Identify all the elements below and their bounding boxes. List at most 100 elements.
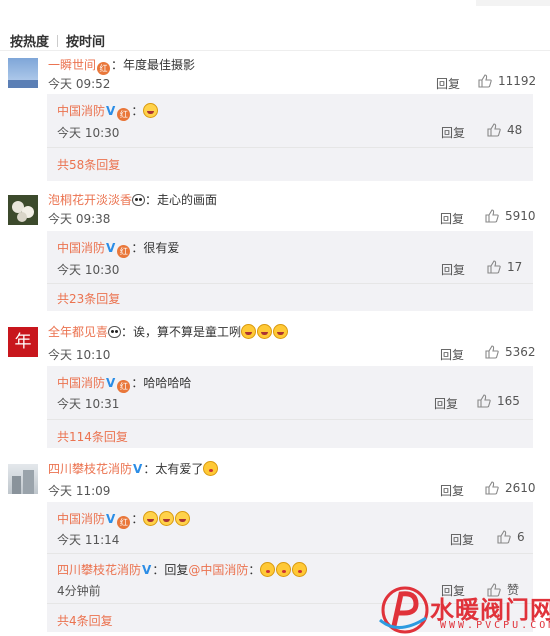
reply-text: ：哈哈哈哈 (131, 376, 192, 390)
reply-line: 中国消防V 红：很有爱 (57, 239, 179, 258)
username-link[interactable]: 一瞬世间 (48, 58, 96, 72)
avatar[interactable] (8, 195, 38, 225)
verified-v-icon: V (106, 376, 116, 390)
username-link[interactable]: 全年都见喜 (48, 325, 108, 339)
reply-button[interactable]: 回复 (440, 346, 464, 363)
comment-text: ：年度最佳摄影 (111, 58, 196, 72)
watermark-url: WWW.PVCPU.COM (440, 620, 550, 631)
kiss-emoji-icon (260, 562, 276, 577)
like-count: 6 (517, 530, 525, 544)
verified-v-icon: V (106, 241, 116, 255)
more-replies-link[interactable]: 共58条回复 (57, 156, 120, 173)
laugh-emoji-icon (159, 511, 175, 526)
sort-by-hot-tab[interactable]: 按热度 (10, 35, 49, 50)
more-replies-link[interactable]: 共23条回复 (57, 290, 120, 307)
reply-username-link[interactable]: 中国消防 (57, 376, 105, 390)
reply-button[interactable]: 回复 (441, 261, 465, 278)
like-button[interactable]: 5910 (485, 209, 536, 223)
reply-username-link[interactable]: 四川攀枝花消防 (57, 563, 141, 577)
like-button[interactable]: 6 (497, 530, 525, 544)
thumbs-up-icon (487, 260, 501, 274)
like-count: 165 (497, 394, 520, 408)
laugh-emoji-icon (143, 511, 159, 526)
kiss-emoji-icon (203, 461, 219, 476)
reply-text: ：回复 (152, 563, 189, 577)
reply-time: 今天 11:14 (57, 533, 120, 547)
like-button[interactable]: 48 (487, 123, 522, 137)
reply-box: 中国消防V 红：很有爱 今天 10:30 回复 17 共23条回复 (47, 231, 533, 311)
member-badge-icon: 红 (117, 108, 131, 121)
comment-thread: 年 全年都见喜 ：诶，算不算是童工咧 今天 10:10 回复 5362 中国消防V… (0, 317, 550, 454)
verified-v-icon: V (106, 104, 116, 118)
verified-v-icon: V (133, 462, 143, 476)
mention-link[interactable]: @中国消防 (188, 563, 248, 577)
reply-button[interactable]: 回复 (440, 210, 464, 227)
laughing-tears-emoji-icon (273, 324, 289, 339)
comment-text: ：走心的画面 (145, 193, 218, 207)
reply-button[interactable]: 回复 (436, 75, 460, 92)
like-button[interactable]: 11192 (478, 74, 536, 88)
member-badge-icon: 红 (117, 380, 131, 393)
reply-username-link[interactable]: 中国消防 (57, 241, 105, 255)
avatar[interactable]: 年 (8, 327, 38, 357)
more-replies-link[interactable]: 共4条回复 (57, 612, 113, 629)
reply-button[interactable]: 回复 (441, 124, 465, 141)
kiss-emoji-icon (276, 562, 292, 577)
reply-button[interactable]: 回复 (434, 395, 458, 412)
divider (47, 553, 533, 554)
like-button[interactable]: 2610 (485, 481, 536, 495)
username-link[interactable]: 泡桐花开淡淡香 (48, 193, 132, 207)
thumbs-up-icon (485, 481, 499, 495)
sort-tabs: 按热度 按时间 (10, 31, 105, 50)
avatar-char: 年 (14, 332, 32, 352)
like-button[interactable]: 5362 (485, 345, 536, 359)
laugh-emoji-icon (175, 511, 191, 526)
verified-v-icon: V (106, 512, 116, 526)
reply-time: 4分钟前 (57, 584, 101, 598)
kiss-emoji-icon (292, 562, 308, 577)
sort-bar: 按热度 按时间 (0, 0, 550, 51)
comment-line: 四川攀枝花消防V：太有爱了 (48, 460, 219, 477)
member-badge-icon: 红 (97, 62, 111, 75)
reply-time: 今天 10:31 (57, 397, 120, 411)
reply-username-link[interactable]: 中国消防 (57, 104, 105, 118)
avatar-building-image (12, 470, 34, 494)
reply-button[interactable]: 回复 (450, 531, 474, 548)
reply-line: 中国消防V 红：哈哈哈哈 (57, 374, 191, 393)
divider (47, 283, 533, 284)
thumbs-up-icon (485, 345, 499, 359)
reply-username-link[interactable]: 中国消防 (57, 512, 105, 526)
reply-box: 中国消防V 红： 今天 10:30 回复 48 共58条回复 (47, 94, 533, 181)
reply-line: 中国消防V 红： (57, 510, 191, 529)
like-count: 17 (507, 260, 523, 274)
comment-line: 一瞬世间红：年度最佳摄影 (48, 56, 195, 75)
more-replies-link[interactable]: 共114条回复 (57, 428, 128, 445)
reply-button[interactable]: 回复 (440, 482, 464, 499)
reply-colon: ： (248, 563, 261, 577)
comment-time: 今天 09:52 (48, 77, 111, 91)
comment-thread: 泡桐花开淡淡香 ：走心的画面 今天 09:38 回复 5910 中国消防V 红：很有… (0, 187, 550, 317)
like-button[interactable]: 165 (477, 394, 520, 408)
comment-text: ：太有爱了 (143, 462, 204, 476)
member-badge-icon: 红 (117, 516, 131, 529)
sort-separator (57, 35, 59, 47)
username-link[interactable]: 四川攀枝花消防 (48, 462, 132, 476)
laughing-tears-emoji-icon (241, 324, 257, 339)
member-badge-icon: 红 (117, 245, 131, 258)
comment-time: 今天 09:38 (48, 212, 111, 226)
like-count: 5910 (505, 209, 536, 223)
reply-text: ：很有爱 (131, 241, 180, 255)
divider (47, 419, 533, 420)
comment-text: ：诶，算不算是童工咧 (121, 325, 242, 339)
sort-by-time-tab[interactable]: 按时间 (66, 35, 105, 50)
reply-line: 四川攀枝花消防V：回复@中国消防： (57, 561, 308, 578)
like-count: 5362 (505, 345, 536, 359)
laugh-emoji-icon (143, 103, 159, 118)
like-button[interactable]: 17 (487, 260, 522, 274)
avatar[interactable] (8, 58, 38, 88)
thumbs-up-icon (487, 123, 501, 137)
thumbs-up-icon (477, 394, 491, 408)
avatar[interactable] (8, 464, 38, 494)
panda-emoji-icon (108, 326, 122, 338)
reply-time: 今天 10:30 (57, 126, 120, 140)
